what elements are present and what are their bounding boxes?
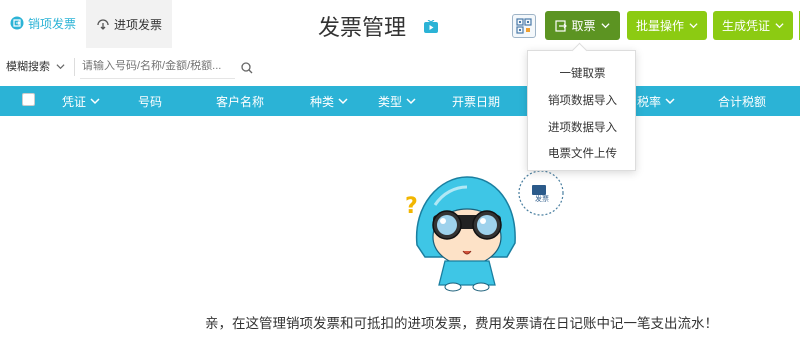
- menu-item-import-purchase[interactable]: 进项数据导入: [528, 119, 637, 135]
- chevron-down-icon: [90, 98, 100, 105]
- column-header-label: 凭证: [62, 94, 87, 109]
- search-mode-label: 模糊搜索: [6, 60, 50, 73]
- chevron-down-icon: [775, 23, 784, 29]
- invoice-out-icon: [10, 16, 24, 30]
- tab-purchase-invoices-label: 进项发票: [114, 17, 163, 32]
- bulk-actions-button[interactable]: 批量操作: [627, 11, 707, 40]
- column-header-number: 号码: [138, 86, 162, 116]
- divider: [74, 58, 75, 76]
- column-header-voucher[interactable]: 凭证: [62, 86, 100, 116]
- column-header-label: 合计税额: [718, 94, 767, 109]
- chevron-down-icon: [338, 98, 348, 105]
- fetch-invoice-menu: 一键取票 销项数据导入 进项数据导入 电票文件上传: [527, 50, 636, 171]
- column-header-label: 开票日期: [452, 94, 501, 109]
- column-header-label: 号码: [138, 94, 163, 109]
- column-header-label: 客户名称: [216, 94, 265, 109]
- invoice-management-page: 销项发票 进项发票 发票管理 取票 批量操作 生成凭证 模糊搜索 请输入号码/名…: [0, 0, 800, 362]
- search-input[interactable]: [82, 60, 232, 72]
- column-header-label: 税率: [637, 94, 662, 109]
- generate-voucher-label: 生成凭证: [721, 19, 770, 33]
- column-header-label: 类型: [378, 94, 403, 109]
- chevron-down-icon: [665, 98, 675, 105]
- select-all-checkbox[interactable]: [22, 93, 35, 106]
- empty-state-mascot: ? 发票: [405, 170, 564, 292]
- search-icon[interactable]: [241, 62, 253, 74]
- column-header-category[interactable]: 种类: [310, 86, 348, 116]
- qr-scan-icon: [516, 18, 532, 34]
- chevron-down-icon: [406, 98, 416, 105]
- svg-text:?: ?: [405, 194, 418, 219]
- video-tutorial-icon[interactable]: [424, 20, 438, 33]
- generate-voucher-button[interactable]: 生成凭证: [713, 11, 793, 40]
- chevron-down-icon: [600, 23, 610, 29]
- tab-sales-invoices[interactable]: 销项发票: [0, 0, 87, 48]
- scan-button[interactable]: [512, 14, 536, 38]
- table-header: 凭证 号码 客户名称 种类 类型 开票日期 税率 合计税额: [0, 86, 800, 116]
- invoice-in-icon: [97, 19, 109, 30]
- column-header-total-tax: 合计税额: [718, 86, 766, 116]
- fetch-invoice-button[interactable]: 取票: [545, 11, 620, 40]
- column-header-issue-date: 开票日期: [452, 86, 500, 116]
- fetch-invoice-label: 取票: [571, 19, 596, 33]
- bulk-actions-label: 批量操作: [635, 19, 684, 33]
- search-bar: 模糊搜索: [0, 52, 800, 82]
- menu-item-import-sales[interactable]: 销项数据导入: [528, 92, 637, 108]
- column-header-customer: 客户名称: [216, 86, 264, 116]
- column-header-type[interactable]: 类型: [378, 86, 416, 116]
- empty-state-message: 亲，在这管理销项发票和可抵扣的进项发票，费用发票请在日记账中记一笔支出流水！: [205, 316, 718, 332]
- search-underline: [80, 78, 235, 79]
- menu-item-one-click-fetch[interactable]: 一键取票: [528, 65, 637, 81]
- menu-item-upload-e-invoice[interactable]: 电票文件上传: [528, 145, 637, 161]
- tab-sales-invoices-label: 销项发票: [28, 16, 77, 31]
- column-header-label: 种类: [310, 94, 335, 109]
- bubble-label: 发票: [535, 194, 549, 203]
- fetch-icon: [555, 19, 568, 32]
- tab-purchase-invoices[interactable]: 进项发票: [86, 0, 173, 48]
- page-title: 发票管理: [318, 16, 407, 41]
- chevron-down-icon: [689, 23, 698, 29]
- search-mode-select[interactable]: 模糊搜索: [6, 58, 65, 74]
- column-header-tax-rate[interactable]: 税率: [637, 86, 675, 116]
- tab-bar: 销项发票 进项发票: [0, 0, 173, 48]
- chevron-down-icon: [56, 63, 65, 69]
